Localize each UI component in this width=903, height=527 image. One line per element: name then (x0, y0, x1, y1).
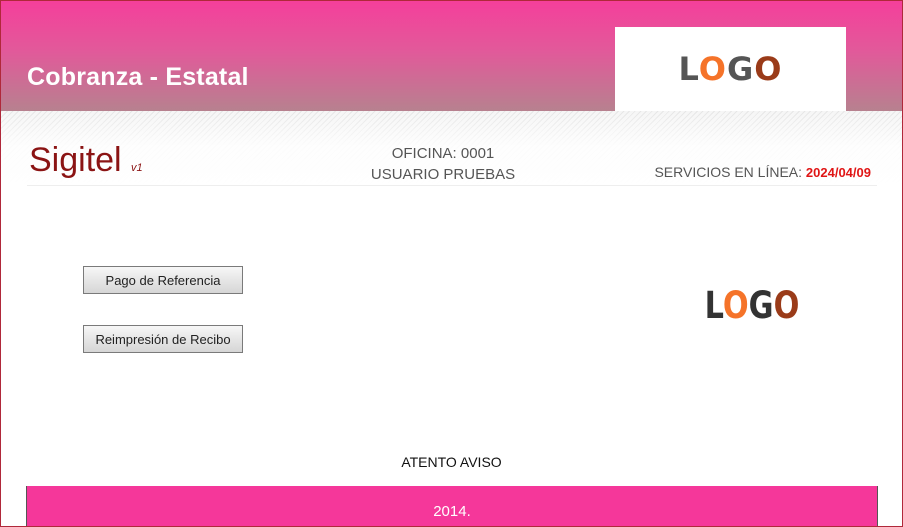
footer-text: 2014. (433, 503, 471, 520)
reimpresion-recibo-button[interactable]: Reimpresión de Recibo (83, 325, 243, 353)
office-line: OFICINA: 0001 (391, 145, 495, 162)
services-status: SERVICIOS EN LÍNEA: 2024/04/09 (654, 164, 871, 180)
app-window: Cobranza - Estatal LOGO Sigitel v1 OFICI… (0, 0, 903, 527)
app-title: Cobranza - Estatal (27, 63, 249, 91)
footer-bar: 2014. (26, 486, 878, 526)
office-info: OFICINA: 0001 USUARIO PRUEBAS (301, 143, 585, 185)
brand-name: Sigitel (29, 141, 122, 179)
services-label: SERVICIOS EN LÍNEA: (654, 164, 803, 180)
notice-link[interactable]: ATENTO AVISO (1, 454, 902, 470)
header-logo-text: LOGO (678, 50, 783, 88)
side-logo: LOGO (704, 284, 800, 327)
subheader-divider (27, 185, 877, 186)
user-line: USUARIO PRUEBAS (370, 166, 516, 183)
services-date: 2024/04/09 (805, 165, 871, 180)
header-banner: Cobranza - Estatal LOGO (1, 1, 902, 111)
version-label: v1 (131, 162, 143, 174)
header-logo: LOGO (615, 27, 846, 111)
pago-referencia-button[interactable]: Pago de Referencia (83, 266, 243, 294)
